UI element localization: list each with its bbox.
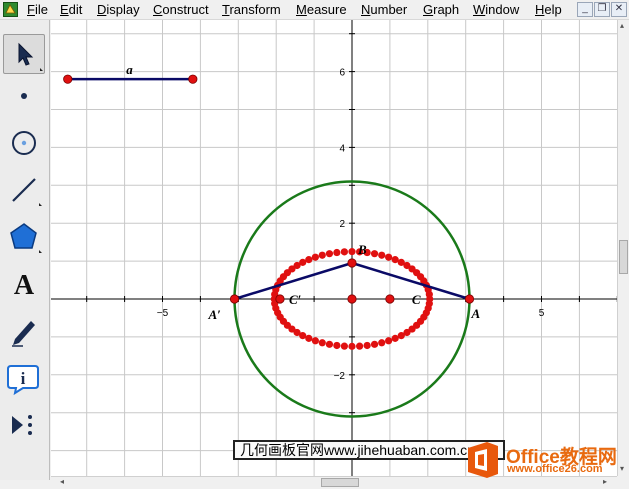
text-tool[interactable]: A (3, 264, 45, 304)
locus-trace-point[interactable] (370, 340, 379, 348)
custom-tool[interactable] (3, 405, 45, 445)
menu-edit[interactable]: Edit (60, 2, 82, 17)
locus-trace-point[interactable] (318, 339, 326, 347)
locus-trace-point[interactable] (311, 253, 319, 261)
y-tick-label: 6 (339, 68, 345, 79)
label-B: B (357, 242, 367, 257)
locus-trace-point[interactable] (333, 248, 341, 257)
locus-trace-point[interactable] (299, 332, 307, 340)
label-A-prime: A′ (208, 307, 222, 322)
point-A-prime[interactable] (229, 294, 240, 304)
text-tool-glyph: A (14, 270, 35, 301)
locus-trace-point[interactable] (348, 248, 356, 256)
locus-trace-point[interactable] (363, 341, 371, 350)
arrow-select-icon (18, 42, 43, 71)
menu-number[interactable]: Number (361, 2, 407, 17)
sketch-canvas[interactable]: −5 5 6 4 2 −2 B A A′ C C′ a (48, 20, 618, 489)
locus-trace-point[interactable] (378, 339, 386, 347)
locus-trace-point[interactable] (378, 251, 386, 259)
y-tick-label: 2 (339, 219, 345, 230)
parameter-segment-start[interactable] (63, 74, 73, 84)
locus-trace-point[interactable] (333, 341, 341, 350)
locus-trace-point[interactable] (305, 256, 313, 264)
x-tick-label: −5 (157, 308, 169, 319)
text-A-icon: A (14, 270, 35, 301)
sketchpad-app-icon[interactable] (3, 2, 18, 17)
point-tool[interactable] (3, 76, 45, 116)
restore-button[interactable]: ❐ (594, 2, 610, 17)
straightedge-tool[interactable] (3, 170, 45, 210)
arrow-tool[interactable] (3, 34, 45, 74)
compass-circle-icon (12, 131, 36, 155)
menu-display[interactable]: Display (97, 2, 140, 17)
close-button[interactable]: ✕ (611, 2, 627, 17)
minimize-button[interactable]: _ (577, 2, 593, 17)
parameter-segment-end[interactable] (188, 74, 198, 84)
locus-trace-point[interactable] (348, 342, 356, 350)
locus-trace-point[interactable] (370, 250, 379, 258)
menu-measure[interactable]: Measure (296, 2, 347, 17)
menu-file[interactable]: File (27, 2, 48, 17)
point-B[interactable] (347, 258, 357, 268)
point-C-prime[interactable] (275, 294, 285, 304)
locus-trace-point[interactable] (391, 334, 399, 342)
info-tool-glyph: i (21, 369, 26, 388)
locus-trace-point[interactable] (340, 342, 348, 350)
scroll-left-arrow[interactable]: ◂ (60, 477, 64, 486)
locus-trace-point[interactable] (325, 250, 334, 258)
scroll-right-arrow[interactable]: ▸ (603, 477, 607, 486)
marker-pen-icon (12, 321, 35, 347)
scroll-down-arrow[interactable]: ▾ (620, 464, 624, 473)
locus-trace-point[interactable] (305, 334, 313, 342)
y-tick-label: −2 (334, 371, 346, 382)
menu-bar: File Edit Display Construct Transform Measure… (0, 0, 629, 20)
info-icon: i (7, 365, 39, 396)
menu-window[interactable]: Window (473, 2, 519, 17)
segment-icon (12, 178, 42, 206)
label-C: C (412, 292, 421, 307)
x-tick-label: 5 (539, 308, 545, 319)
information-tool[interactable]: i (3, 358, 45, 398)
y-tick-label: 4 (339, 143, 345, 154)
vertical-scroll-thumb[interactable] (619, 240, 628, 274)
point-icon (21, 93, 27, 99)
locus-trace-point[interactable] (340, 248, 348, 256)
vertical-scrollbar[interactable]: ▴ ▾ (617, 20, 629, 476)
locus-trace-point[interactable] (385, 337, 393, 345)
label-C-prime: C′ (289, 292, 302, 307)
locus-trace-point[interactable] (397, 258, 405, 266)
menu-graph[interactable]: Graph (423, 2, 459, 17)
office-logo-icon (468, 442, 498, 478)
watermark-url: www.office26.com (507, 463, 603, 475)
custom-tools-icon (12, 415, 32, 435)
sketch-svg[interactable]: −5 5 6 4 2 −2 B A A′ C C′ a (48, 20, 618, 489)
locus-trace-point[interactable] (325, 340, 334, 348)
locus-trace-point[interactable] (311, 337, 319, 345)
menu-help[interactable]: Help (535, 2, 562, 17)
polygon-tool[interactable] (3, 217, 45, 257)
horizontal-scroll-thumb[interactable] (321, 478, 359, 487)
label-A: A (470, 306, 480, 321)
horizontal-scrollbar[interactable]: ◂ ▸ (51, 476, 617, 489)
locus-trace-point[interactable] (356, 342, 364, 350)
point-A[interactable] (464, 294, 475, 304)
menu-construct[interactable]: Construct (153, 2, 209, 17)
locus-trace-point[interactable] (391, 256, 399, 264)
point-C[interactable] (385, 294, 395, 304)
scroll-up-arrow[interactable]: ▴ (620, 21, 624, 30)
marker-tool[interactable] (3, 311, 45, 351)
locus-trace-point[interactable] (318, 251, 326, 259)
locus-trace-point[interactable] (385, 253, 393, 261)
compass-tool[interactable] (3, 123, 45, 163)
polygon-icon (10, 223, 42, 253)
toolbox: A i (0, 20, 50, 480)
locus-trace-point[interactable] (425, 300, 433, 308)
point-origin[interactable] (347, 294, 357, 304)
menu-transform[interactable]: Transform (222, 2, 281, 17)
label-parameter-a: a (126, 62, 133, 77)
